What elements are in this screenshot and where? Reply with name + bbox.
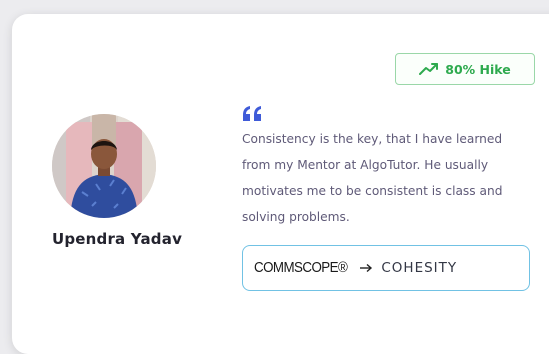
to-company-logo: COHESITY	[381, 260, 458, 276]
from-company-logo: COMMSCOPE®	[254, 260, 348, 276]
person-name: Upendra Yadav	[51, 230, 183, 248]
avatar-photo	[52, 114, 156, 218]
arrow-right-icon	[360, 263, 373, 273]
hike-label: 80% Hike	[445, 61, 511, 77]
company-transition: COMMSCOPE® COHESITY	[242, 245, 530, 291]
quote-icon	[243, 106, 261, 121]
trending-up-icon	[419, 63, 439, 75]
hike-badge: 80% Hike	[395, 53, 535, 85]
avatar	[52, 114, 156, 218]
testimonial-quote: Consistency is the key, that I have lear…	[242, 132, 503, 224]
